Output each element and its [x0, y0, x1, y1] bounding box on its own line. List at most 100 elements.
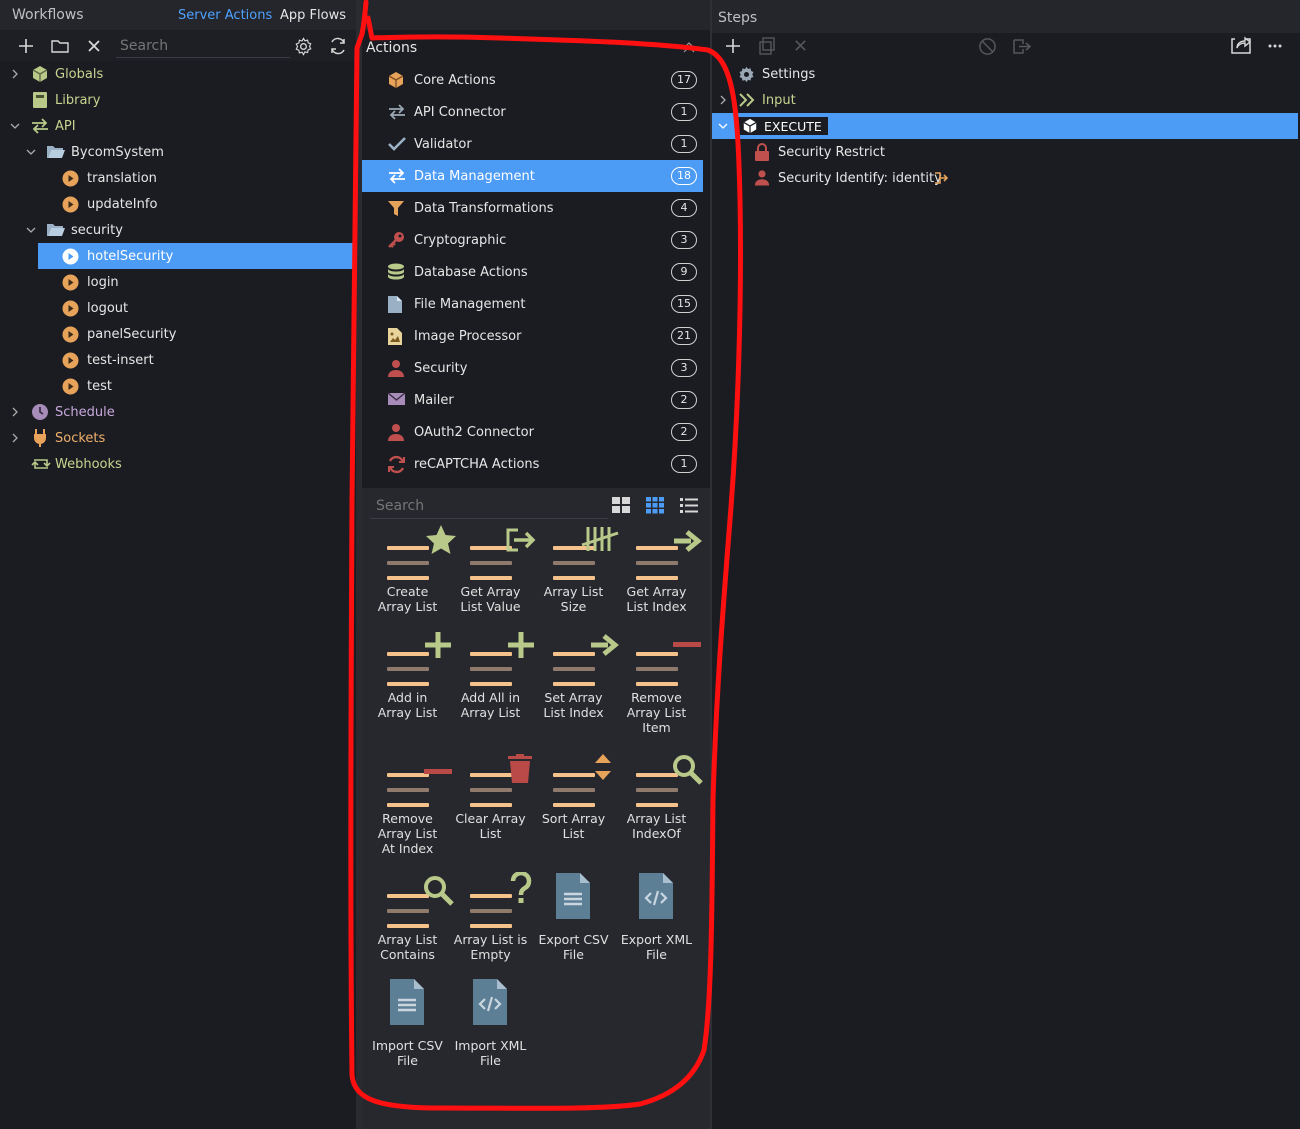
- step-security-restrict[interactable]: Security Restrict: [712, 139, 1300, 165]
- list-line: [387, 788, 429, 792]
- category-cryptographic[interactable]: Cryptographic 3: [362, 224, 703, 256]
- action-tile-export-xml-file[interactable]: Export XML File: [615, 870, 698, 962]
- action-tile-clear-array-list[interactable]: Clear Array List: [449, 749, 532, 841]
- tile-label: Import XML File: [454, 1038, 527, 1068]
- chevron-right-icon[interactable]: [9, 406, 21, 418]
- new-folder-icon[interactable]: [50, 37, 70, 55]
- delete-icon[interactable]: [793, 38, 808, 53]
- disable-icon[interactable]: [978, 37, 997, 56]
- category-database-actions[interactable]: Database Actions 9: [362, 256, 703, 288]
- close-icon[interactable]: [86, 38, 102, 54]
- tree-item-panelsecurity[interactable]: panelSecurity: [0, 321, 356, 347]
- category-data-transformations[interactable]: Data Transformations 4: [362, 192, 703, 224]
- category-core-actions[interactable]: Core Actions 17: [362, 64, 703, 96]
- category-api-connector[interactable]: API Connector 1: [362, 96, 703, 128]
- add-icon[interactable]: [724, 37, 742, 55]
- chevron-down-icon[interactable]: [717, 120, 729, 132]
- action-tile-array-list-indexof[interactable]: Array List IndexOf: [615, 749, 703, 841]
- add-icon[interactable]: [17, 37, 35, 55]
- action-tile-export-csv-file[interactable]: Export CSV File: [532, 870, 615, 962]
- list-line: [470, 682, 512, 686]
- action-tile-import-xml-file[interactable]: Import XML File: [449, 976, 532, 1068]
- cube-icon: [388, 72, 404, 88]
- chevron-down-icon[interactable]: [9, 120, 21, 132]
- action-tile-add-in-array-list[interactable]: Add in Array List: [366, 628, 451, 720]
- action-tile-array-list-is-empty[interactable]: Array List is Empty: [449, 870, 532, 962]
- count-badge: 2: [671, 391, 697, 409]
- tree-item-sockets[interactable]: Sockets: [0, 425, 356, 451]
- tree-item-bycomsystem[interactable]: BycomSystem: [0, 139, 356, 165]
- tree-item-logout[interactable]: logout: [0, 295, 356, 321]
- action-tile-set-array-list-index[interactable]: Set Array List Index: [532, 628, 619, 720]
- chevron-right-icon[interactable]: [9, 68, 21, 80]
- tree-item-test-insert[interactable]: test-insert: [0, 347, 356, 373]
- copy-icon[interactable]: [758, 37, 776, 55]
- tree-item-test[interactable]: test: [0, 373, 356, 399]
- step-execute[interactable]: EXECUTE: [712, 113, 1298, 139]
- category-recaptcha-actions[interactable]: reCAPTCHA Actions 1: [362, 448, 703, 480]
- action-tile-sort-array-list[interactable]: Sort Array List: [532, 749, 615, 841]
- large-grid-view-icon[interactable]: [612, 497, 630, 514]
- step-settings[interactable]: Settings: [712, 61, 1300, 87]
- action-tile-get-array-list-value[interactable]: Get Array List Value: [449, 522, 536, 614]
- collapse-icon[interactable]: [682, 42, 696, 54]
- tab-app-flows[interactable]: App Flows: [280, 8, 346, 23]
- action-tile-remove-array-list-at-index[interactable]: Remove Array List At Index: [366, 749, 452, 856]
- action-tile-array-list-size[interactable]: Array List Size: [532, 522, 619, 614]
- category-image-processor[interactable]: Image Processor 21: [362, 320, 703, 352]
- tile-label: Remove Array List At Index: [377, 811, 438, 856]
- action-tile-array-list-contains[interactable]: Array List Contains: [366, 870, 454, 962]
- database-icon: [388, 263, 404, 280]
- recaptcha-icon: [388, 455, 405, 474]
- tile-label: Add All in Array List: [460, 690, 521, 720]
- output-arrow-icon: [935, 172, 948, 184]
- workflows-search-input[interactable]: [116, 35, 290, 58]
- refresh-icon[interactable]: [328, 36, 348, 56]
- tree-item-globals[interactable]: Globals: [0, 61, 356, 87]
- action-tile-get-array-list-index[interactable]: Get Array List Index: [615, 522, 702, 614]
- plus-icon: [508, 632, 534, 658]
- list-line: [553, 773, 595, 777]
- action-tile-create-array-list[interactable]: Create Array List: [366, 522, 456, 614]
- tile-icon: [449, 976, 532, 1034]
- tree-item-library[interactable]: Library: [0, 87, 356, 113]
- share-icon[interactable]: [1230, 36, 1251, 55]
- tree-item-api[interactable]: API: [0, 113, 356, 139]
- chevron-right-icon[interactable]: [9, 432, 21, 444]
- list-line: [387, 652, 429, 656]
- chevron-right-icon[interactable]: [717, 94, 729, 106]
- actions-search-input[interactable]: [370, 494, 608, 519]
- category-data-management[interactable]: Data Management 18: [362, 160, 703, 192]
- action-tile-remove-array-list-item[interactable]: Remove Array List Item: [615, 628, 701, 735]
- list-view-icon[interactable]: [680, 497, 698, 514]
- list-line: [470, 924, 512, 928]
- list-line: [470, 576, 512, 580]
- tile-label: Array List IndexOf: [626, 811, 687, 841]
- tree-item-translation[interactable]: translation: [0, 165, 356, 191]
- more-icon[interactable]: [1268, 44, 1282, 48]
- list-line: [387, 773, 429, 777]
- chevron-down-icon[interactable]: [25, 146, 37, 158]
- tree-item-webhooks[interactable]: Webhooks: [0, 451, 356, 477]
- action-tile-import-csv-file[interactable]: Import CSV File: [366, 976, 449, 1068]
- step-input[interactable]: Input: [712, 87, 1300, 113]
- category-validator[interactable]: Validator 1: [362, 128, 703, 160]
- gear-icon[interactable]: [294, 37, 313, 56]
- tab-server-actions[interactable]: Server Actions: [178, 8, 272, 23]
- chevron-down-icon[interactable]: [25, 224, 37, 236]
- tree-item-updateinfo[interactable]: updateInfo: [0, 191, 356, 217]
- category-oauth2-connector[interactable]: OAuth2 Connector 2: [362, 416, 703, 448]
- tree-item-schedule[interactable]: Schedule: [0, 399, 356, 425]
- tree-item-login[interactable]: login: [0, 269, 356, 295]
- category-file-management[interactable]: File Management 15: [362, 288, 703, 320]
- step-security-identify[interactable]: Security Identify: identity: [712, 165, 1300, 191]
- small-grid-view-icon[interactable]: [646, 497, 664, 514]
- tree-item-security[interactable]: security: [0, 217, 356, 243]
- export-step-icon[interactable]: [1012, 38, 1032, 55]
- tree-item-hotelsecurity[interactable]: hotelSecurity: [38, 243, 356, 269]
- tile-icon: [366, 749, 452, 807]
- category-security[interactable]: Security 3: [362, 352, 703, 384]
- action-tile-add-all-in-array-list[interactable]: Add All in Array List: [449, 628, 534, 720]
- category-mailer[interactable]: Mailer 2: [362, 384, 703, 416]
- list-line: [636, 561, 678, 565]
